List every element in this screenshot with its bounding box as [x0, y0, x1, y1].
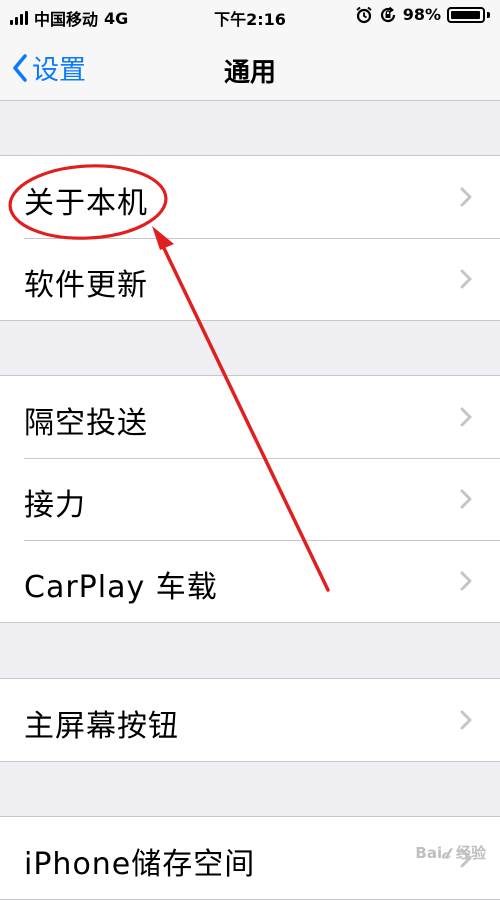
settings-row-about[interactable]: 关于本机: [0, 156, 500, 238]
settings-row-handoff[interactable]: 接力: [0, 458, 500, 540]
watermark-logo: Bai𝓭 经验: [415, 844, 486, 862]
alarm-icon: [356, 6, 372, 23]
settings-group-3: 主屏幕按钮: [0, 678, 500, 762]
battery-fill: [451, 10, 480, 19]
row-label: 软件更新: [24, 268, 148, 303]
battery-percent: 98%: [402, 5, 441, 24]
chevron-right-icon: [460, 571, 472, 591]
row-label: 隔空投送: [24, 406, 148, 441]
chevron-right-icon: [460, 269, 472, 289]
settings-row-software-update[interactable]: 软件更新: [0, 238, 500, 320]
settings-row-carplay[interactable]: CarPlay 车载: [0, 540, 500, 622]
battery-icon: [447, 6, 485, 23]
page-title: 通用: [223, 58, 276, 88]
chevron-right-icon: [460, 187, 472, 207]
row-label: CarPlay 车载: [24, 570, 218, 605]
settings-group-2: 隔空投送 接力 CarPlay 车载: [0, 375, 500, 623]
settings-row-airdrop[interactable]: 隔空投送: [0, 376, 500, 458]
row-label: 接力: [24, 488, 86, 523]
chevron-right-icon: [460, 407, 472, 427]
battery-tip: [487, 11, 490, 18]
row-label: iPhone储存空间: [24, 847, 256, 882]
navigation-bar: 设置 通用: [0, 32, 500, 101]
status-right: 98%: [355, 5, 490, 24]
settings-row-home-button[interactable]: 主屏幕按钮: [0, 679, 500, 761]
row-label: 主屏幕按钮: [24, 709, 179, 744]
orientation-lock-icon: [380, 6, 395, 22]
row-label: 关于本机: [24, 186, 148, 221]
chevron-right-icon: [460, 489, 472, 509]
settings-group-1: 关于本机 软件更新: [0, 155, 500, 321]
status-bar: 中国移动 4G 下午2:16 98%: [0, 0, 500, 32]
chevron-right-icon: [460, 710, 472, 730]
